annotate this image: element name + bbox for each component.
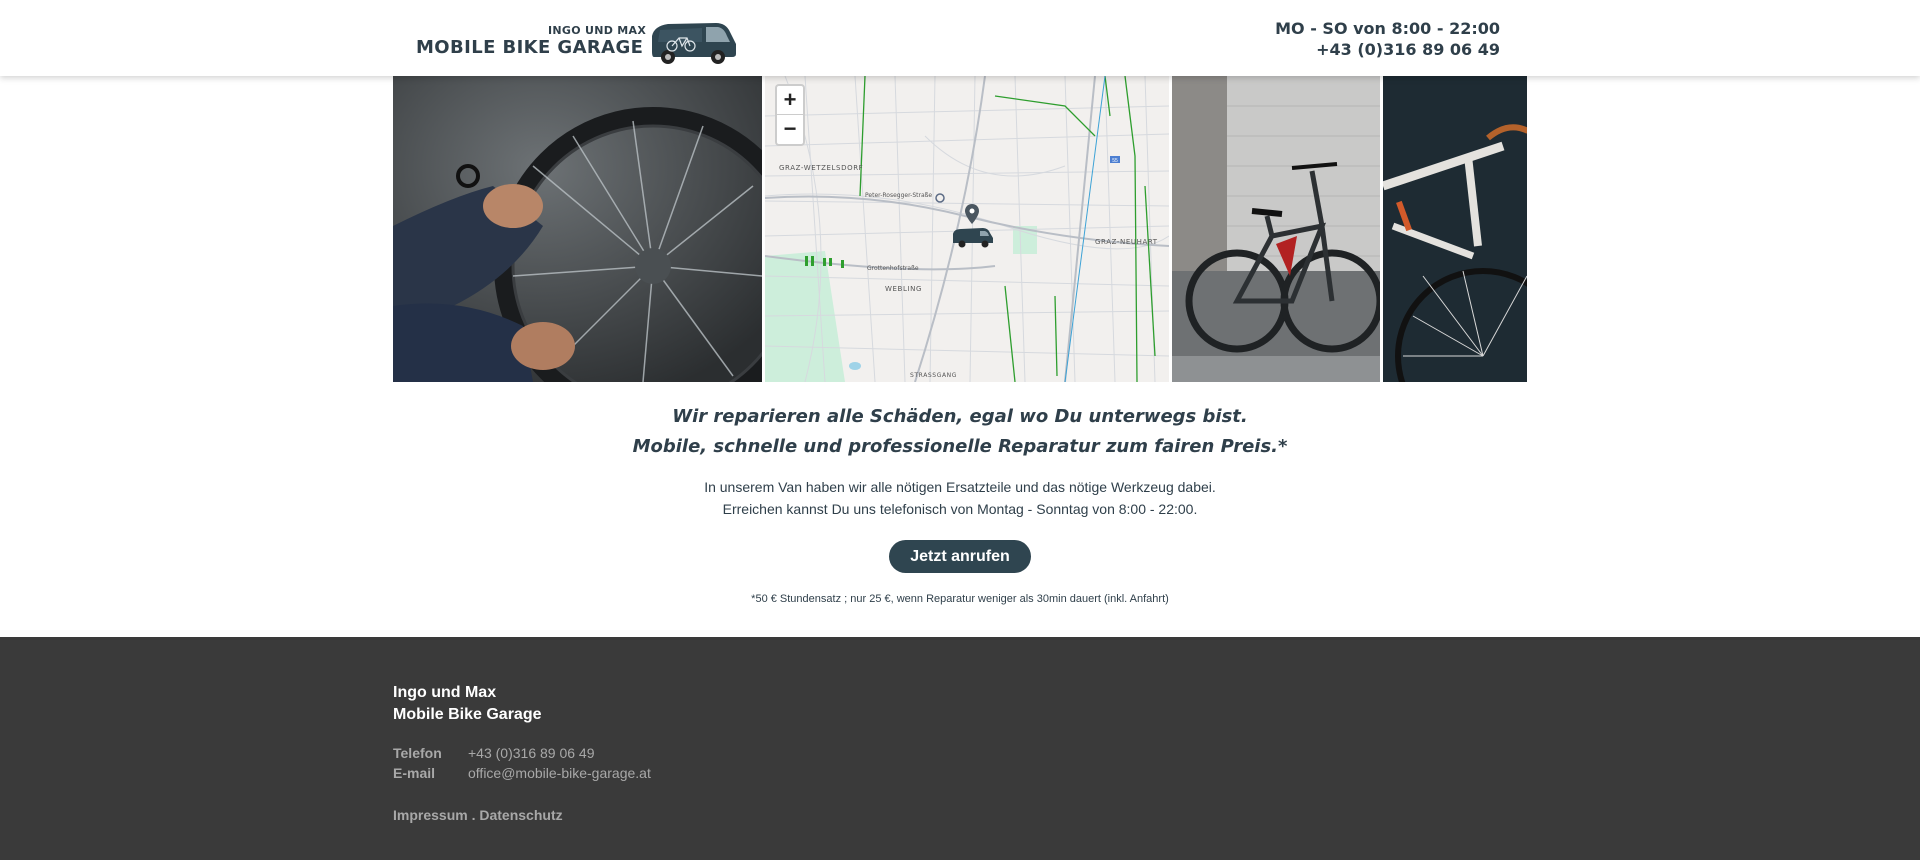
footer-link-separator: .	[471, 807, 476, 823]
site-footer: Ingo und Max Mobile Bike Garage Telefon +…	[0, 637, 1920, 860]
route-number: 55	[1112, 158, 1118, 164]
price-footnote: *50 € Stundensatz ; nur 25 €, wenn Repar…	[751, 593, 1169, 605]
map-label-webling: WEBLING	[885, 285, 922, 293]
zoom-out-button[interactable]: −	[777, 115, 803, 144]
footer-email-label: E-mail	[393, 765, 436, 781]
map-label-neuhart: GRAZ-NEUHART	[1095, 238, 1158, 246]
logo-title: MOBILE BIKE GARAGE	[416, 37, 644, 58]
intro-line-2: Erreichen kannst Du uns telefonisch von …	[722, 501, 1198, 517]
intro-text: In unserem Van haben wir alle nötigen Er…	[0, 476, 1920, 520]
van-marker-icon[interactable]	[951, 226, 995, 248]
call-now-button[interactable]: Jetzt anrufen	[889, 540, 1031, 573]
headline-primary: Wir reparieren alle Schäden, egal wo Du …	[672, 406, 1248, 427]
map-pin-icon[interactable]	[965, 204, 979, 224]
zoom-in-button[interactable]: +	[777, 86, 803, 115]
van-logo-icon	[652, 23, 736, 64]
map-label-wetzelsdorf: GRAZ-WETZELSDORF	[779, 164, 864, 172]
location-map[interactable]: 55 GRAZ-WETZELSDORF GRAZ-NEUHART WEBLING…	[765, 76, 1169, 382]
footer-phone[interactable]: +43 (0)316 89 06 49	[468, 745, 595, 761]
footer-company: Ingo und Max Mobile Bike Garage	[393, 682, 542, 726]
map-label-rosegger: Peter-Rosegger-Straße	[865, 192, 933, 199]
header-phone[interactable]: +43 (0)316 89 06 49	[1275, 39, 1500, 60]
hours-text: MO - SO von 8:00 - 22:00	[1275, 19, 1500, 38]
mountain-bike-photo	[1172, 76, 1380, 382]
opening-hours: MO - SO von 8:00 - 22:00 +43 (0)316 89 0…	[1275, 18, 1500, 60]
footer-phone-row: Telefon +43 (0)316 89 06 49	[393, 745, 595, 761]
site-header: INGO UND MAX MOBILE BIKE GARAGE MO - SO …	[0, 0, 1920, 76]
repair-photo	[393, 76, 762, 382]
logo[interactable]: INGO UND MAX MOBILE BIKE GARAGE	[416, 18, 746, 66]
footer-company-line-1: Ingo und Max	[393, 684, 497, 701]
map-zoom-control: + −	[775, 84, 805, 146]
headline-secondary: Mobile, schnelle und professionelle Repa…	[632, 436, 1288, 457]
map-label-grottenhof: Grottenhofstraße	[867, 265, 919, 272]
main-content: Wir reparieren alle Schäden, egal wo Du …	[0, 382, 1920, 605]
footer-email-row: E-mail office@mobile-bike-garage.at	[393, 765, 651, 781]
intro-line-1: In unserem Van haben wir alle nötigen Er…	[704, 479, 1216, 495]
datenschutz-link[interactable]: Datenschutz	[479, 807, 562, 823]
image-gallery: 55 GRAZ-WETZELSDORF GRAZ-NEUHART WEBLING…	[393, 76, 1527, 382]
road-bike-photo	[1383, 76, 1527, 382]
footer-company-line-2: Mobile Bike Garage	[393, 706, 542, 723]
footer-phone-label: Telefon	[393, 745, 442, 761]
footer-legal-links: Impressum . Datenschutz	[393, 807, 563, 823]
map-label-strassgang: STRASSGANG	[910, 372, 958, 379]
logo-subtitle: INGO UND MAX	[548, 24, 647, 37]
impressum-link[interactable]: Impressum	[393, 807, 468, 823]
footer-email[interactable]: office@mobile-bike-garage.at	[468, 765, 651, 781]
